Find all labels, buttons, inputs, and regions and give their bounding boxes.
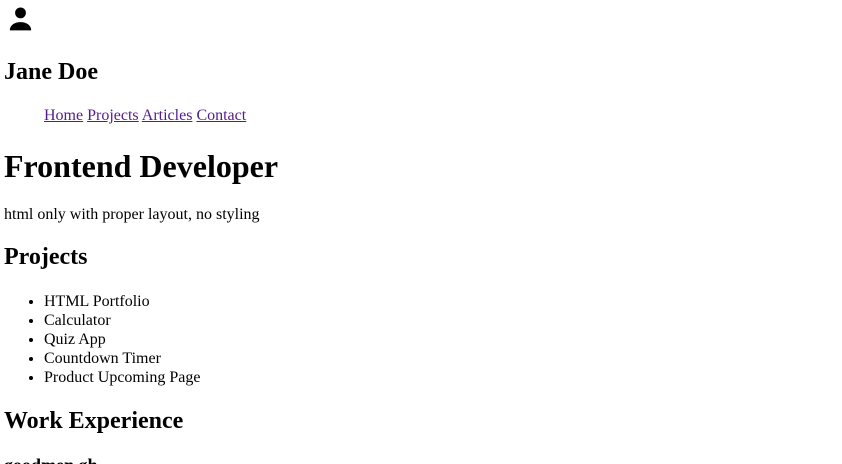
project-item: Calculator	[44, 311, 200, 330]
work-experience-heading: Work Experience	[4, 408, 184, 434]
project-item: HTML Portfolio	[44, 292, 200, 311]
projects-list: HTML Portfolio Calculator Quiz App Count…	[44, 292, 200, 387]
project-item: Quiz App	[44, 330, 200, 349]
projects-heading: Projects	[4, 244, 88, 270]
nav-link-articles[interactable]: Articles	[142, 107, 193, 124]
main-navigation: Home Projects Articles Contact	[44, 106, 246, 125]
project-item: Product Upcoming Page	[44, 368, 200, 387]
page-title: Frontend Developer	[4, 148, 279, 184]
nav-link-contact[interactable]: Contact	[196, 107, 246, 124]
profile-name: Jane Doe	[4, 59, 98, 85]
user-icon	[9, 7, 32, 31]
nav-link-home[interactable]: Home	[44, 107, 83, 124]
nav-link-projects[interactable]: Projects	[87, 107, 139, 124]
tagline: html only with proper layout, no styling	[4, 206, 260, 223]
project-item: Countdown Timer	[44, 349, 200, 368]
portfolio-page: Jane Doe Home Projects Articles Contact …	[0, 0, 842, 464]
work-company-name: goodmen.gh	[4, 455, 98, 464]
